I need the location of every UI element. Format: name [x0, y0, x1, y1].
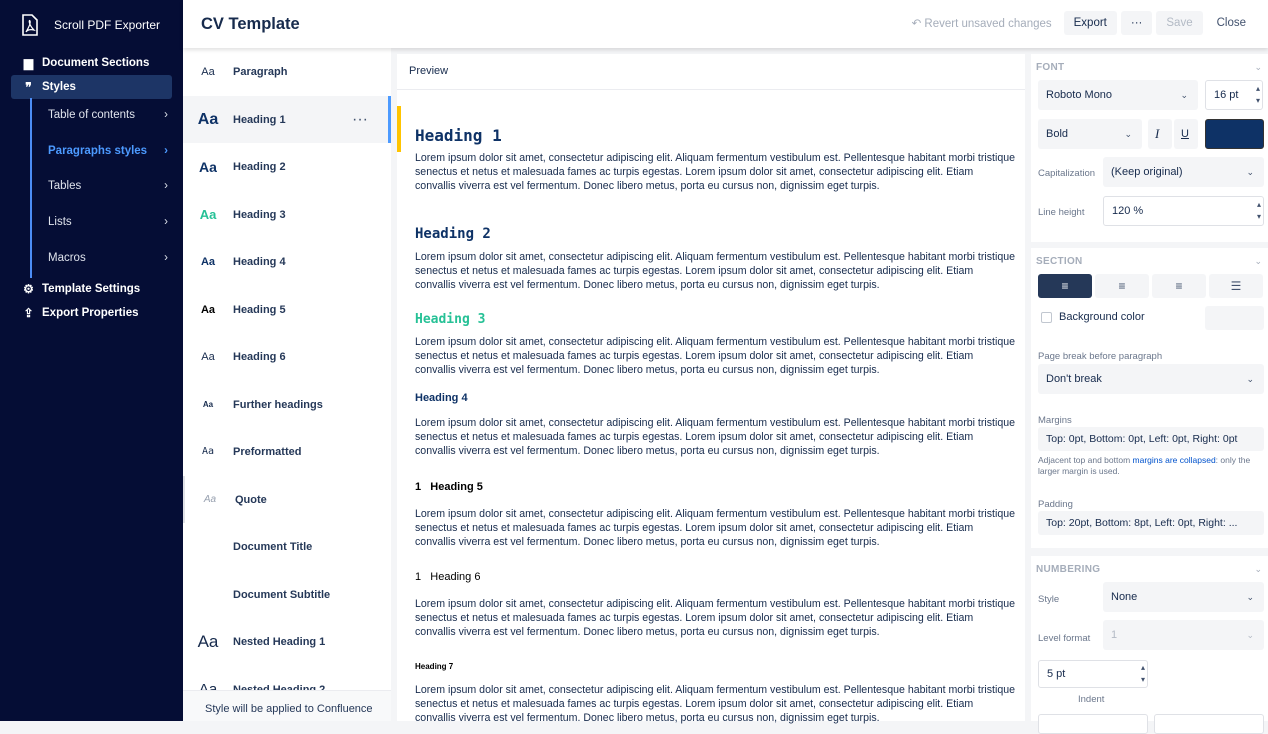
- chevron-right-icon: ›: [164, 109, 168, 121]
- revert-button[interactable]: ↶ Revert unsaved changes: [912, 16, 1052, 30]
- preview-heading-6-block: 1 Heading 6 Lorem ipsum dolor sit amet, c…: [415, 571, 1016, 638]
- numbering-field[interactable]: [1038, 714, 1148, 734]
- save-button[interactable]: Save: [1156, 11, 1203, 35]
- style-item-heading-6[interactable]: Aa Heading 6: [183, 333, 391, 380]
- numbering-section: NUMBERING ⌄ Style None ⌄ Level format 1 ⌄ 5…: [1031, 556, 1268, 734]
- collapse-icon[interactable]: ⌄: [1254, 256, 1262, 267]
- sidebar-item-document-sections[interactable]: ▆ Document Sections: [11, 51, 172, 75]
- document-icon: ▆: [23, 56, 34, 70]
- style-item-document-title[interactable]: Document Title: [183, 523, 391, 570]
- close-button[interactable]: Close: [1207, 11, 1256, 35]
- collapse-icon[interactable]: ⌄: [1254, 564, 1262, 575]
- page-title: CV Template: [201, 15, 300, 33]
- sidebar-item-styles[interactable]: ❞ Styles: [11, 75, 172, 99]
- style-item-quote[interactable]: Aa Quote: [183, 476, 391, 523]
- preview-heading-7-block: Heading 7 Lorem ipsum dolor sit amet, con…: [415, 662, 1016, 724]
- preview-pane: Preview Heading 1 Lorem ipsum dolor sit a…: [397, 54, 1025, 724]
- chevron-down-icon: ⌄: [1124, 128, 1132, 139]
- preview-heading-1-block: Heading 1 Lorem ipsum dolor sit amet, con…: [415, 126, 1016, 192]
- margins-note: Adjacent top and bottom margins are coll…: [1038, 455, 1251, 476]
- settings-document-icon: ⚙: [23, 282, 34, 296]
- align-left-button[interactable]: ≡: [1038, 274, 1092, 298]
- underline-button[interactable]: U: [1174, 119, 1198, 149]
- capitalization-select[interactable]: (Keep original) ⌄: [1103, 157, 1264, 187]
- chevron-down-icon: ⌄: [1246, 373, 1254, 384]
- font-color-swatch[interactable]: [1205, 119, 1264, 149]
- page-break-select[interactable]: Don't break ⌄: [1038, 364, 1264, 394]
- chevron-right-icon: ›: [164, 252, 168, 264]
- style-item-heading-2[interactable]: Aa Heading 2: [183, 143, 391, 190]
- align-center-button[interactable]: ≡: [1095, 274, 1149, 298]
- subnav-macros[interactable]: Macros ›: [48, 252, 168, 264]
- indent-input[interactable]: 5 pt ▴ ▾: [1038, 660, 1148, 688]
- collapse-icon[interactable]: ⌄: [1254, 62, 1262, 73]
- stepper-icon[interactable]: ▴ ▾: [1141, 662, 1145, 686]
- more-icon[interactable]: ···: [352, 111, 368, 129]
- app-name: Scroll PDF Exporter: [54, 18, 161, 32]
- subnav-line: [30, 98, 32, 278]
- numbering-style-select[interactable]: None ⌄: [1103, 582, 1264, 612]
- export-button[interactable]: Export: [1063, 11, 1117, 35]
- style-list: Aa Paragraph Aa Heading 1 ··· Aa Heading 2 A…: [183, 48, 391, 721]
- style-item-further-headings[interactable]: Aa Further headings: [183, 381, 391, 428]
- style-item-heading-5[interactable]: Aa Heading 5: [183, 286, 391, 333]
- chevron-down-icon: ⌄: [1246, 166, 1254, 177]
- font-weight-select[interactable]: Bold ⌄: [1038, 119, 1142, 149]
- sidebar-item-template-settings[interactable]: ⚙ Template Settings: [11, 277, 172, 301]
- properties-panel: FONT ⌄ Roboto Mono ⌄ 16 pt ▴ ▾ Bold ⌄ I U Cap…: [1031, 54, 1268, 734]
- preview-heading-3-block: Heading 3 Lorem ipsum dolor sit amet, con…: [415, 312, 1016, 376]
- chevron-down-icon: ⌄: [1180, 89, 1188, 100]
- preview-heading-2-block: Heading 2 Lorem ipsum dolor sit amet, con…: [415, 226, 1016, 291]
- pdf-logo-icon: [22, 14, 38, 36]
- style-item-document-subtitle[interactable]: Document Subtitle: [183, 571, 391, 618]
- line-height-input[interactable]: 120 % ▴ ▾: [1103, 196, 1264, 226]
- chevron-down-icon: ⌄: [1246, 591, 1254, 602]
- style-item-heading-3[interactable]: Aa Heading 3: [183, 191, 391, 238]
- style-item-paragraph[interactable]: Aa Paragraph: [183, 48, 391, 95]
- font-size-input[interactable]: 16 pt ▴ ▾: [1205, 80, 1263, 110]
- level-format-select[interactable]: 1 ⌄: [1103, 620, 1264, 650]
- more-button[interactable]: ···: [1120, 11, 1153, 35]
- stepper-icon[interactable]: ▴ ▾: [1257, 199, 1261, 223]
- italic-button[interactable]: I: [1148, 119, 1172, 149]
- background-color-swatch[interactable]: [1205, 306, 1264, 330]
- sidebar-item-export-properties[interactable]: ⇪ Export Properties: [11, 301, 172, 325]
- style-item-preformatted[interactable]: Aa Preformatted: [183, 428, 391, 475]
- tab-preview[interactable]: Preview: [409, 65, 448, 77]
- margins-field[interactable]: Top: 0pt, Bottom: 0pt, Left: 0pt, Right:…: [1038, 427, 1264, 451]
- chevron-down-icon: ⌄: [1246, 629, 1254, 640]
- preview-heading-5-block: 1 Heading 5 Lorem ipsum dolor sit amet, c…: [415, 481, 1016, 548]
- quote-icon: ❞: [25, 80, 32, 94]
- undo-icon: ↶: [911, 18, 925, 30]
- style-item-nested-heading-1[interactable]: Aa Nested Heading 1: [183, 618, 391, 665]
- chevron-right-icon: ›: [164, 145, 168, 157]
- sidebar: Scroll PDF Exporter ▆ Document Sections ❞…: [0, 0, 183, 721]
- align-right-button[interactable]: ≡: [1152, 274, 1206, 298]
- preview-heading-4-block: Heading 4 Lorem ipsum dolor sit amet, con…: [415, 392, 1016, 457]
- app-brand: Scroll PDF Exporter: [20, 14, 160, 36]
- font-family-select[interactable]: Roboto Mono ⌄: [1038, 80, 1198, 110]
- align-justify-button[interactable]: ☰: [1209, 274, 1263, 298]
- background-color-checkbox[interactable]: [1041, 312, 1052, 323]
- numbering-field[interactable]: [1154, 714, 1264, 734]
- stepper-icon[interactable]: ▴ ▾: [1256, 83, 1260, 107]
- subnav-tables[interactable]: Tables ›: [48, 180, 168, 192]
- export-icon: ⇪: [23, 306, 34, 320]
- style-item-heading-1[interactable]: Aa Heading 1 ···: [183, 96, 391, 143]
- padding-field[interactable]: Top: 20pt, Bottom: 8pt, Left: 0pt, Right…: [1038, 511, 1264, 535]
- style-item-heading-4[interactable]: Aa Heading 4: [183, 238, 391, 285]
- subnav-table-of-contents[interactable]: Table of contents ›: [48, 109, 168, 121]
- selected-marker: [397, 106, 401, 152]
- chevron-right-icon: ›: [164, 180, 168, 192]
- font-section: FONT ⌄ Roboto Mono ⌄ 16 pt ▴ ▾ Bold ⌄ I U Cap…: [1031, 54, 1268, 242]
- subnav-lists[interactable]: Lists ›: [48, 216, 168, 228]
- header: CV Template ↶ Revert unsaved changes Exp…: [183, 0, 1268, 48]
- chevron-right-icon: ›: [164, 216, 168, 228]
- subnav-paragraph-styles[interactable]: Paragraphs styles ›: [48, 145, 168, 157]
- style-list-footer: Style will be applied to Confluence: [183, 690, 391, 721]
- margins-collapsed-link[interactable]: margins are collapsed: [1133, 455, 1216, 465]
